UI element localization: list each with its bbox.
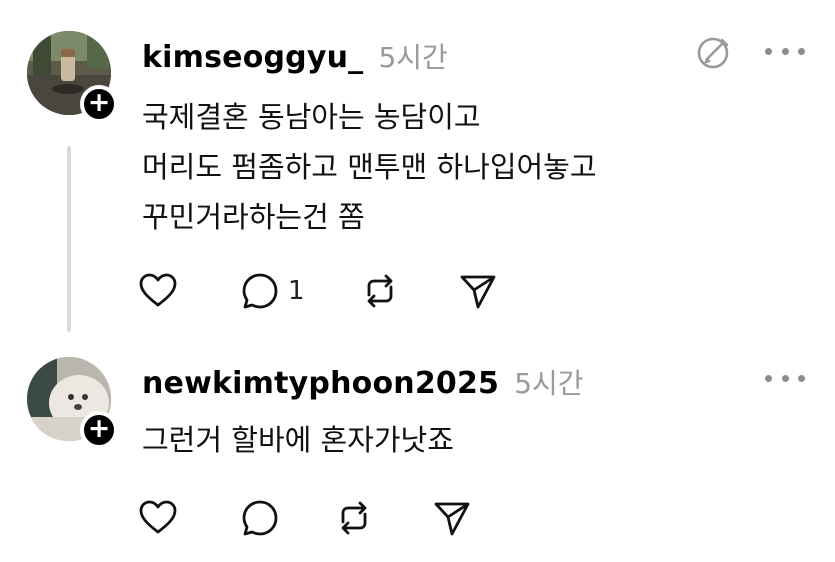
comment-text: 그런거 할바에 혼자가낫죠	[142, 415, 454, 465]
thread-line	[67, 146, 71, 332]
username[interactable]: kimseoggyu_	[142, 40, 363, 75]
reply-button[interactable]: 1	[240, 271, 305, 311]
heart-icon	[139, 273, 177, 307]
repost-button[interactable]	[334, 498, 374, 538]
comment-line: 머리도 펌좀하고 맨투맨 하나입어놓고	[142, 150, 597, 184]
repost-icon	[367, 274, 393, 308]
repost-icon	[341, 501, 367, 535]
follow-button[interactable]: +	[80, 85, 118, 123]
username[interactable]: newkimtyphoon2025	[142, 366, 499, 401]
share-button[interactable]	[458, 271, 498, 311]
share-icon	[460, 275, 496, 309]
more-dot	[781, 47, 789, 55]
comment-line: 국제결혼 동남아는 농담이고	[142, 100, 481, 134]
more-options-button[interactable]	[765, 41, 805, 61]
comment-text: 국제결혼 동남아는 농담이고 머리도 펌좀하고 맨투맨 하나입어놓고 꾸민거라하…	[142, 92, 597, 242]
share-button[interactable]	[432, 498, 472, 538]
comment-line: 그런거 할바에 혼자가낫죠	[142, 423, 454, 457]
more-dot	[798, 374, 805, 382]
like-button[interactable]	[138, 498, 178, 538]
comment-header: newkimtyphoon2025 5시간	[142, 362, 584, 402]
follow-button[interactable]: +	[80, 411, 118, 449]
timestamp: 5시간	[514, 367, 584, 400]
comment-2: + newkimtyphoon2025 5시간 그런거 할바에 혼자가낫죠	[0, 335, 835, 562]
comment-line: 꾸민거라하는건 쫌	[142, 200, 365, 234]
more-dot	[781, 374, 789, 382]
reply-button[interactable]	[240, 498, 280, 538]
more-dot	[765, 374, 772, 382]
repost-button[interactable]	[360, 271, 400, 311]
like-button[interactable]	[138, 271, 178, 311]
heart-icon	[139, 500, 177, 534]
edit-icon[interactable]	[694, 32, 734, 72]
comment-header: kimseoggyu_ 5시간	[142, 36, 448, 76]
comment-icon	[242, 273, 278, 309]
plus-icon: +	[87, 87, 111, 118]
more-options-button[interactable]	[765, 368, 805, 388]
timestamp: 5시간	[378, 41, 448, 74]
comment-icon	[242, 500, 278, 536]
share-icon	[434, 502, 470, 536]
more-dot	[765, 47, 772, 55]
reply-count: 1	[288, 276, 305, 306]
comment-1: + kimseoggyu_ 5시간 국제결혼 동남아는 농담이고 머리도 펌좀하…	[0, 0, 835, 335]
more-dot	[798, 47, 805, 55]
plus-icon: +	[87, 413, 111, 444]
